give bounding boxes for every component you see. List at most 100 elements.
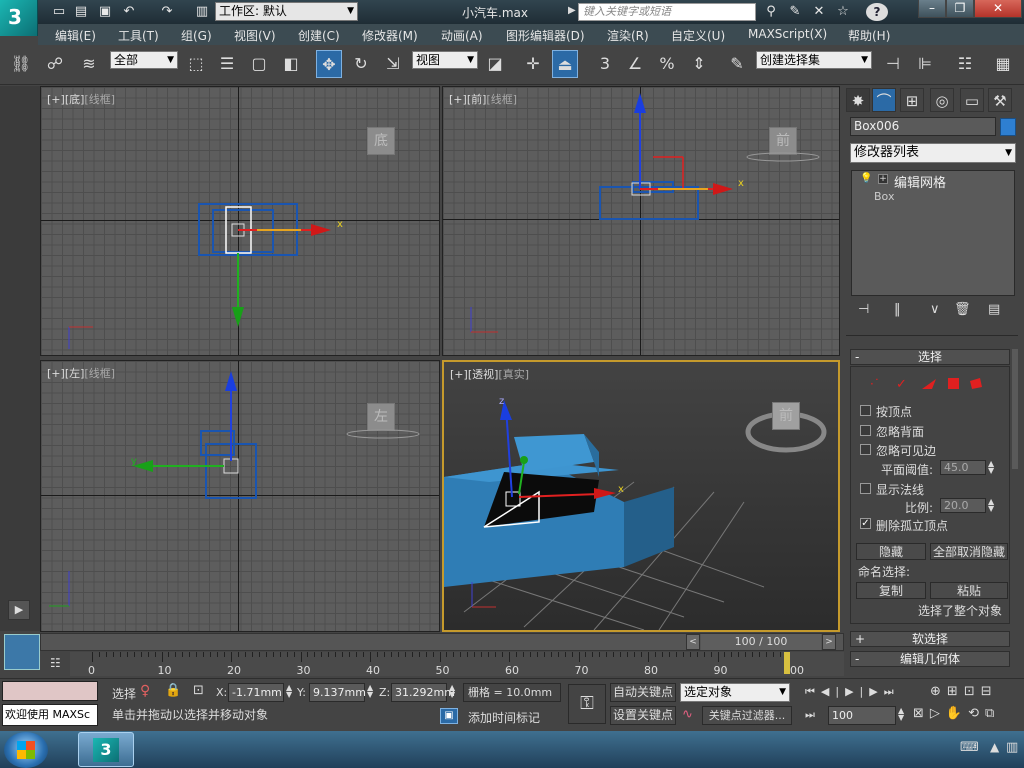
show-normals-checkbox[interactable] [860, 483, 871, 494]
select-move-icon[interactable]: ✥ [316, 50, 342, 78]
link-icon[interactable]: ⛓ [8, 50, 34, 78]
maxscript-listener-output[interactable] [2, 681, 98, 701]
motion-tab-icon[interactable]: ◎ [930, 88, 954, 112]
prev-key-icon[interactable]: ◀| [821, 685, 845, 698]
maximize-button[interactable]: ❐ [946, 0, 974, 18]
paste-button[interactable]: 粘贴 [930, 582, 1008, 599]
menu-graph-editors[interactable]: 图形编辑器(D) [506, 27, 585, 44]
network-tray-icon[interactable]: ▥ [1006, 740, 1018, 755]
rollout-soft-selection-header[interactable]: + 软选择 [850, 631, 1010, 647]
spinner-arrows-icon[interactable]: ▲ ▼ [367, 684, 373, 699]
viewport-left[interactable]: [+][左][线框] 左 y [40, 360, 440, 632]
ref-coord-dropdown[interactable]: 视图 ▼ [412, 51, 478, 69]
time-tag-icon[interactable]: ▣ [440, 708, 458, 724]
next-frame-arrow-icon[interactable]: > [822, 634, 836, 650]
go-to-end-icon[interactable]: ⏭ [884, 685, 900, 698]
key-filters-button[interactable]: 关键点过滤器... [702, 706, 792, 725]
z-coord-field[interactable]: 31.292mm [391, 683, 455, 702]
lock-selection-icon[interactable]: 🔒 [165, 683, 181, 698]
redo-icon[interactable]: ↷ [158, 3, 176, 20]
stack-item-box[interactable]: Box [874, 190, 894, 203]
object-name-field[interactable]: Box006 [850, 117, 996, 136]
mirror-icon[interactable]: ⊣ [880, 50, 906, 78]
zoom-extents-icon[interactable]: ⊡ [964, 684, 981, 699]
tray-arrow-icon[interactable]: ▲ [990, 740, 999, 754]
taskbar-3dsmax-button[interactable]: 3 [78, 732, 134, 767]
save-file-icon[interactable]: ▣ [96, 3, 114, 20]
workspace-dropdown[interactable]: 工作区: 默认 ▼ [215, 2, 358, 21]
plane-threshold-spinner[interactable]: 45.0 [940, 460, 986, 475]
search-input[interactable]: 键入关键字或短语 [578, 3, 756, 21]
play-icon[interactable]: ▶ [845, 685, 859, 698]
snap-toggle-icon[interactable]: 3 [592, 50, 618, 78]
bind-spacewarp-icon[interactable]: ≋ [76, 50, 102, 78]
viewport-front[interactable]: [+][前][线框] 前 x [442, 86, 840, 356]
select-object-icon[interactable]: ⬚ [183, 50, 209, 78]
fov-icon[interactable]: ▷ [930, 706, 946, 721]
make-unique-icon[interactable]: ∨ [930, 302, 940, 317]
viewport-perspective[interactable]: [+][透视][真实] 前 x z [442, 360, 840, 632]
viewport-layout-icon[interactable] [4, 634, 40, 670]
selection-filter-dropdown[interactable]: 全部 ▼ [110, 51, 178, 69]
x-coord-field[interactable]: -1.71mm [228, 683, 284, 702]
window-crossing-icon[interactable]: ◧ [278, 50, 304, 78]
menu-create[interactable]: 创建(C) [298, 27, 340, 44]
spinner-arrows-icon[interactable]: ▲ ▼ [988, 498, 994, 513]
select-rotate-icon[interactable]: ↻ [348, 50, 374, 78]
set-key-button[interactable]: 设置关键点 [610, 706, 676, 725]
next-key-icon[interactable]: |▶ [860, 685, 884, 698]
playhead-marker[interactable] [784, 652, 790, 674]
time-slider-track[interactable]: < 100 / 100 > [40, 633, 844, 651]
rect-selection-icon[interactable]: ▢ [246, 50, 272, 78]
app-logo-button[interactable]: 3 [0, 0, 38, 36]
viewport-top[interactable]: [+][底][线框] 底 x [40, 86, 440, 356]
maximize-viewport-icon[interactable]: ⧉ [985, 706, 1000, 721]
go-to-start-icon[interactable]: ⏮ [805, 685, 821, 698]
keyboard-shortcut-override-icon[interactable]: ⏏ [552, 50, 578, 78]
set-key-icon[interactable]: ⚿ [568, 684, 606, 724]
modifier-stack[interactable]: 💡 + 编辑网格 Box [851, 170, 1015, 296]
display-tab-icon[interactable]: ▭ [960, 88, 984, 112]
show-end-result-icon[interactable]: ‖ [894, 302, 901, 317]
pan-hand-icon[interactable]: ✋ [946, 706, 968, 721]
select-manipulate-icon[interactable]: ✛ [520, 50, 546, 78]
unlink-icon[interactable]: ☍ [42, 50, 68, 78]
star-icon[interactable]: ☆ [834, 3, 852, 20]
absolute-mode-icon[interactable]: ⊡ [193, 683, 204, 698]
zoom-all-icon[interactable]: ⊞ [947, 684, 964, 699]
align-icon[interactable]: ⊫ [912, 50, 938, 78]
spinner-arrows-icon[interactable]: ▲ ▼ [449, 684, 455, 699]
spinner-arrows-icon[interactable]: ▲ ▼ [988, 460, 994, 475]
open-file-icon[interactable]: ▤ [72, 3, 90, 20]
configure-sets-icon[interactable]: ▤ [988, 302, 1000, 317]
isolate-selection-icon[interactable]: ♀ [140, 683, 150, 699]
rollout-edit-geometry-header[interactable]: - 编辑几何体 [850, 651, 1010, 667]
percent-snap-icon[interactable]: % [654, 50, 680, 78]
key-mode-dropdown[interactable]: 选定对象 ▼ [680, 683, 790, 702]
orbit-icon[interactable]: ⟲ [968, 706, 985, 721]
menu-help[interactable]: 帮助(H) [848, 27, 890, 44]
create-tab-icon[interactable]: ✸ [846, 88, 870, 112]
select-by-name-icon[interactable]: ☰ [214, 50, 240, 78]
hierarchy-tab-icon[interactable]: ⊞ [900, 88, 924, 112]
menu-maxscript[interactable]: MAXScript(X) [748, 27, 827, 41]
spinner-snap-icon[interactable]: ⇕ [686, 50, 712, 78]
lightbulb-icon[interactable]: 💡 [860, 174, 872, 184]
ignore-visible-edges-checkbox[interactable] [860, 444, 871, 455]
panel-scrollbar[interactable] [1012, 349, 1018, 469]
by-vertex-checkbox[interactable] [860, 405, 871, 416]
close-button[interactable]: ✕ [974, 0, 1022, 18]
binoculars-icon[interactable]: ⚲ [762, 3, 780, 20]
new-file-icon[interactable]: ▭ [50, 3, 68, 20]
select-scale-icon[interactable]: ⇲ [380, 50, 406, 78]
stack-item-edit-mesh[interactable]: 编辑网格 [894, 172, 946, 191]
start-button[interactable] [4, 732, 48, 768]
undo-icon[interactable]: ↶ [120, 3, 138, 20]
time-slider-thumb[interactable]: 100 / 100 [701, 634, 821, 650]
layer-manager-icon[interactable]: ☷ [952, 50, 978, 78]
menu-modifiers[interactable]: 修改器(M) [362, 27, 418, 44]
current-frame-field[interactable]: 100 [828, 706, 896, 725]
edit-named-selection-icon[interactable]: ✎ [724, 50, 750, 78]
menu-view[interactable]: 视图(V) [234, 27, 276, 44]
maxscript-input[interactable]: 欢迎使用 MAXSc [2, 704, 98, 726]
